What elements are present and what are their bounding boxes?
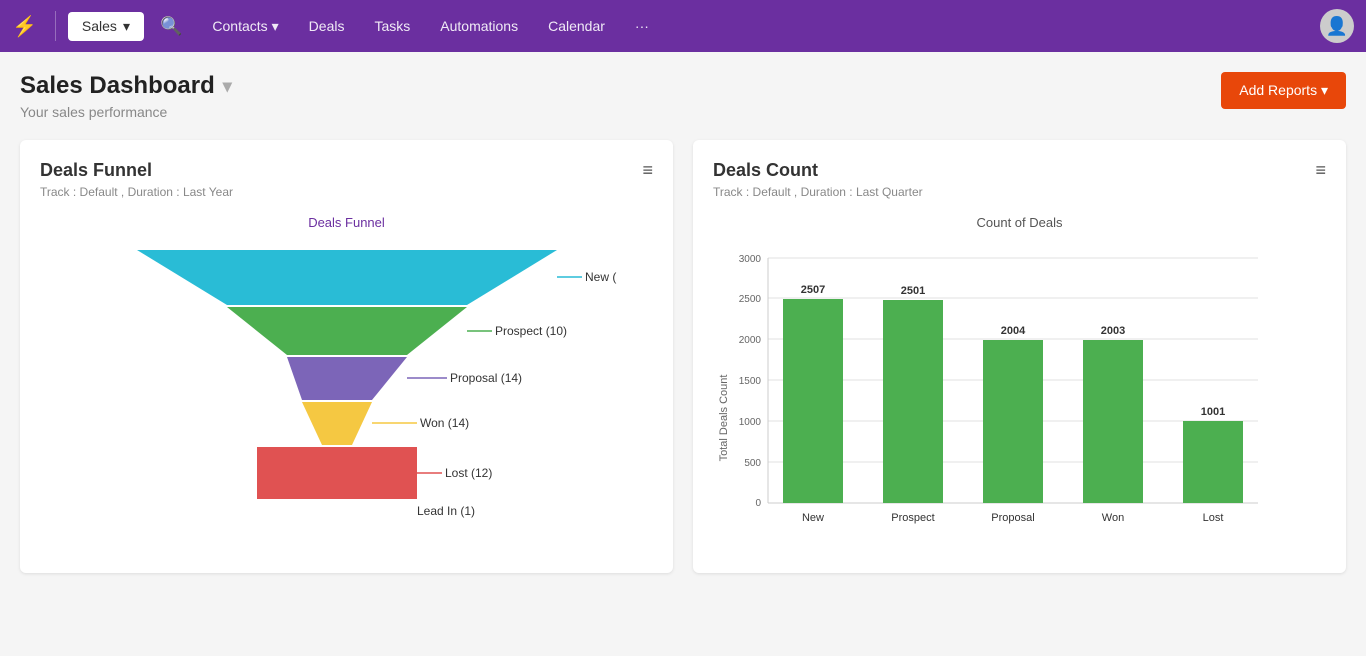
- nav-deals[interactable]: Deals: [295, 12, 359, 41]
- charts-grid: Deals Funnel Track : Default , Duration …: [20, 140, 1346, 573]
- bar-lost[interactable]: [1183, 421, 1243, 503]
- funnel-svg-wrapper: New (24) Prospect (10) Proposal (14) Won…: [40, 240, 653, 550]
- deals-count-subtitle: Track : Default , Duration : Last Quarte…: [713, 185, 923, 199]
- add-reports-label: Add Reports ▾: [1239, 82, 1328, 99]
- funnel-segment-lost: [257, 447, 417, 499]
- y-tick-2500: 2500: [739, 294, 762, 305]
- funnel-card: Deals Funnel Track : Default , Duration …: [20, 140, 673, 573]
- bar-lost-value: 1001: [1201, 406, 1225, 418]
- funnel-segment-won: [302, 402, 372, 445]
- sales-dropdown-label: Sales: [82, 18, 117, 34]
- y-tick-1500: 1500: [739, 376, 762, 387]
- page-title: Sales Dashboard ▾: [20, 72, 232, 100]
- page-title-block: Sales Dashboard ▾ Your sales performance: [20, 72, 232, 120]
- funnel-menu-icon[interactable]: ≡: [642, 160, 653, 181]
- nav-divider: [55, 11, 56, 41]
- nav-contacts[interactable]: Contacts ▾: [198, 12, 292, 41]
- deals-count-header: Deals Count Track : Default , Duration :…: [713, 160, 1326, 199]
- y-tick-3000: 3000: [739, 254, 762, 265]
- leadin-label: Lead In (1): [417, 504, 475, 518]
- nav-links: Contacts ▾ Deals Tasks Automations Calen…: [198, 12, 1312, 41]
- prospect-label: Prospect (10): [495, 324, 567, 338]
- funnel-segment-proposal: [287, 357, 407, 400]
- funnel-container: Deals Funnel: [40, 215, 653, 550]
- bar-chart-svg: Total Deals Count 0 500 1000: [713, 238, 1293, 548]
- funnel-card-header: Deals Funnel Track : Default , Duration …: [40, 160, 653, 199]
- funnel-segment-new: [137, 250, 557, 305]
- y-axis-label: Total Deals Count: [718, 375, 730, 462]
- lost-label: Lost (12): [445, 466, 492, 480]
- bar-new-label: New: [802, 512, 824, 524]
- nav-automations[interactable]: Automations: [426, 12, 532, 41]
- bar-proposal[interactable]: [983, 340, 1043, 503]
- bar-chart-svg-wrap: Total Deals Count 0 500 1000: [713, 238, 1326, 553]
- bar-chart-area: Count of Deals Total Deals Count 0 500: [713, 215, 1326, 553]
- y-tick-0: 0: [755, 498, 761, 509]
- bar-prospect-label: Prospect: [891, 512, 934, 524]
- y-tick-2000: 2000: [739, 335, 762, 346]
- proposal-label: Proposal (14): [450, 371, 522, 385]
- bar-chart-title: Count of Deals: [713, 215, 1326, 230]
- page-content: Sales Dashboard ▾ Your sales performance…: [0, 52, 1366, 656]
- y-tick-500: 500: [744, 458, 761, 469]
- funnel-chart-title: Deals Funnel: [308, 215, 385, 230]
- deals-count-card: Deals Count Track : Default , Duration :…: [693, 140, 1346, 573]
- nav-calendar[interactable]: Calendar: [534, 12, 619, 41]
- user-avatar[interactable]: 👤: [1320, 9, 1354, 43]
- chevron-down-icon: ▾: [123, 18, 130, 35]
- app-logo: ⚡: [12, 14, 37, 39]
- add-reports-button[interactable]: Add Reports ▾: [1221, 72, 1346, 109]
- bar-won-label: Won: [1102, 512, 1124, 524]
- contacts-chevron-icon: ▾: [272, 18, 279, 35]
- bar-proposal-value: 2004: [1001, 325, 1026, 337]
- bar-proposal-label: Proposal: [991, 512, 1034, 524]
- bar-prospect-value: 2501: [901, 285, 925, 297]
- funnel-title: Deals Funnel: [40, 160, 233, 181]
- bar-lost-label: Lost: [1203, 512, 1224, 524]
- funnel-svg: New (24) Prospect (10) Proposal (14) Won…: [77, 240, 617, 550]
- search-icon[interactable]: 🔍: [160, 16, 182, 37]
- bar-prospect[interactable]: [883, 300, 943, 503]
- won-label: Won (14): [420, 416, 469, 430]
- nav-more[interactable]: ···: [621, 12, 663, 41]
- deals-count-title: Deals Count: [713, 160, 923, 181]
- title-chevron-icon[interactable]: ▾: [223, 76, 232, 97]
- bar-won[interactable]: [1083, 340, 1143, 503]
- page-subtitle: Your sales performance: [20, 104, 232, 120]
- funnel-subtitle: Track : Default , Duration : Last Year: [40, 185, 233, 199]
- bar-new[interactable]: [783, 299, 843, 503]
- sales-dropdown[interactable]: Sales ▾: [68, 12, 144, 41]
- new-label: New (24): [585, 270, 617, 284]
- nav-tasks[interactable]: Tasks: [360, 12, 424, 41]
- bar-won-value: 2003: [1101, 325, 1125, 337]
- y-tick-1000: 1000: [739, 417, 762, 428]
- funnel-segment-prospect: [227, 307, 467, 355]
- navbar: ⚡ Sales ▾ 🔍 Contacts ▾ Deals Tasks Autom…: [0, 0, 1366, 52]
- page-header: Sales Dashboard ▾ Your sales performance…: [20, 72, 1346, 120]
- deals-count-menu-icon[interactable]: ≡: [1315, 160, 1326, 181]
- bar-new-value: 2507: [801, 284, 825, 296]
- page-title-text: Sales Dashboard: [20, 72, 215, 100]
